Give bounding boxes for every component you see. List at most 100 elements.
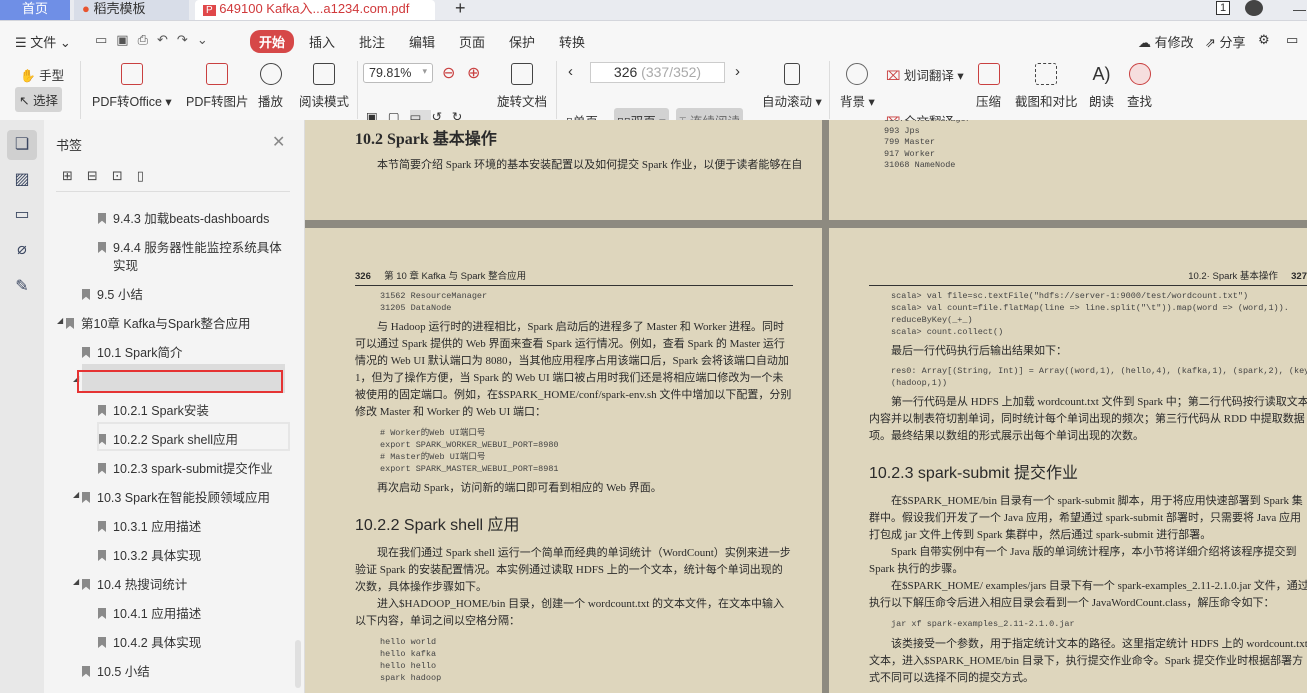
settings-icon[interactable]: ⚙	[1258, 32, 1270, 48]
code-block: hello worldhello kafkahello hellospark h…	[355, 636, 793, 684]
comment-icon[interactable]: ▭	[7, 200, 37, 230]
pdf-icon: P	[203, 5, 216, 16]
prev-page-button[interactable]: ‹	[568, 63, 573, 80]
zoom-in-icon[interactable]: ⊕	[467, 63, 480, 83]
select-tool[interactable]: ↖ 选择	[15, 87, 62, 112]
code-line: 31205 DataNode	[380, 302, 793, 314]
paragraph: 在$SPARK_HOME/ examples/jars 目录下有一个 spark…	[869, 578, 1307, 612]
paragraph: 最后一行代码执行后输出结果如下：	[869, 343, 1307, 360]
play-label: 播放	[258, 95, 283, 109]
bookmark-item[interactable]: ◢10.3 Spark在智能投顾领域应用	[82, 487, 270, 506]
rotate-doc-button[interactable]: 旋转文档	[497, 63, 547, 110]
compress-button[interactable]: 压缩	[976, 63, 1001, 110]
bookmark-item[interactable]: 10.4.1 应用描述	[98, 603, 201, 622]
new-tab-button[interactable]: +	[455, 0, 466, 19]
code-line: 917 Worker	[884, 149, 971, 161]
bookmark-icon	[98, 242, 106, 253]
avatar[interactable]	[1245, 0, 1263, 16]
code-line: # Master的Web UI端口号	[380, 451, 793, 463]
bookmark-panel: 书签 ✕ ⊞⊟⊡▯ 9.4.3 加载beats-dashboards9.4.4 …	[44, 120, 305, 693]
pdf-to-image-button[interactable]: PDF转图片	[186, 63, 249, 110]
add-bookmark-icon[interactable]: ⊡	[112, 168, 137, 183]
zoom-out-icon[interactable]: ⊖	[442, 63, 455, 83]
bookmark-item[interactable]: ◢10.4 热搜词统计	[82, 574, 187, 593]
menu-insert[interactable]: 插入	[309, 32, 335, 51]
paragraph: 再次启动 Spark，访问新的端口即可看到相应的 Web 界面。	[355, 480, 793, 497]
bookmark-item[interactable]: 10.4.2 具体实现	[98, 632, 201, 651]
autoscroll-button[interactable]: 自动滚动 ▾	[762, 63, 822, 110]
delete-bookmark-icon[interactable]: ▯	[137, 168, 158, 183]
menu-annotate[interactable]: 批注	[359, 32, 385, 51]
tab-template[interactable]: ● 稻壳模板	[74, 0, 189, 20]
collapse-all-icon[interactable]: ⊟	[87, 168, 112, 183]
next-page-button[interactable]: ›	[735, 63, 740, 80]
book-icon	[313, 63, 335, 85]
expand-all-icon[interactable]: ⊞	[62, 168, 87, 183]
menu-page[interactable]: 页面	[459, 32, 485, 51]
menu-edit[interactable]: 编辑	[409, 32, 435, 51]
bookmark-item[interactable]: 10.2.3 spark-submit提交作业	[98, 458, 273, 477]
bookmark-item[interactable]: 10.5 小结	[82, 661, 150, 680]
bookmark-label: 10.2.1 Spark安装	[113, 404, 209, 418]
thumbnail-icon[interactable]: ▨	[7, 165, 37, 195]
modified-status[interactable]: ☁ 有修改	[1138, 32, 1194, 51]
hand-tool[interactable]: ✋ 手型	[20, 65, 64, 84]
bookmark-item[interactable]: ◢第10章 Kafka与Spark整合应用	[66, 313, 251, 332]
bookmark-icon	[82, 666, 90, 677]
bookmark-item[interactable]: 10.3.1 应用描述	[98, 516, 201, 535]
paragraph: 第一行代码是从 HDFS 上加载 wordcount.txt 文件到 Spark…	[869, 394, 1307, 445]
bookmark-label: 9.4.4 服务器性能监控系统具体	[113, 241, 282, 255]
select-label: 选择	[33, 94, 58, 108]
close-icon[interactable]: ✕	[272, 132, 285, 152]
expand-triangle-icon[interactable]: ◢	[73, 577, 79, 586]
menu-protect[interactable]: 保护	[509, 32, 535, 51]
bookmark-panel-icon[interactable]: ❏	[7, 130, 37, 160]
menu-start[interactable]: 开始	[250, 30, 294, 53]
more-icon[interactable]: ⌄	[197, 32, 217, 47]
share-button[interactable]: ⇗ 分享	[1205, 32, 1246, 51]
find-button[interactable]: 查找	[1127, 63, 1152, 110]
page-number: 326	[355, 271, 371, 282]
signature-icon[interactable]: ✎	[7, 272, 37, 302]
window-badge[interactable]: 1	[1216, 1, 1230, 15]
bookmark-continuation[interactable]: 实现	[113, 255, 138, 274]
hand-icon: ✋	[20, 69, 36, 83]
rotate-doc-icon	[511, 63, 533, 85]
rotate-doc-label: 旋转文档	[497, 95, 547, 109]
redo-icon[interactable]: ↷	[177, 32, 197, 47]
panel-scrollbar[interactable]	[295, 640, 301, 688]
quick-access[interactable]: ▭▣⎙↶↷⌄	[95, 32, 217, 48]
subsection-heading: 10.2.2 Spark shell 应用	[355, 511, 793, 535]
undo-icon[interactable]: ↶	[157, 32, 177, 47]
bookmark-item[interactable]: 10.1 Spark简介	[82, 342, 182, 361]
feedback-icon[interactable]: ▭	[1286, 32, 1298, 48]
bookmark-item[interactable]: 10.2.1 Spark安装	[98, 400, 209, 419]
menu-convert[interactable]: 转换	[559, 32, 585, 51]
bookmark-item[interactable]: 9.5 小结	[82, 284, 143, 303]
read-aloud-button[interactable]: A)朗读	[1089, 63, 1114, 110]
word-translate-button[interactable]: ⌧ 划词翻译 ▾	[886, 65, 964, 84]
print-icon[interactable]: ⎙	[138, 32, 157, 47]
zoom-select[interactable]: 79.81%▾	[363, 63, 433, 83]
pdf-to-office-button[interactable]: PDF转Office ▾	[92, 63, 172, 110]
page-input[interactable]: 326 (337/352)	[590, 62, 725, 83]
save-icon[interactable]: ▣	[116, 32, 137, 47]
expand-triangle-icon[interactable]: ◢	[57, 316, 63, 325]
expand-triangle-icon[interactable]: ◢	[73, 490, 79, 499]
play-button[interactable]: 播放	[258, 63, 283, 110]
bookmark-item[interactable]: 9.4.3 加载beats-dashboards	[98, 208, 269, 227]
word-translate-icon: ⌧	[886, 69, 900, 83]
tab-home[interactable]: 首页	[0, 0, 70, 20]
background-button[interactable]: 背景 ▾	[840, 63, 875, 110]
bookmark-item[interactable]: 10.3.2 具体实现	[98, 545, 201, 564]
attachment-icon[interactable]: ⌀	[7, 235, 37, 265]
tab-document[interactable]: P 649100 Kafka入...a1234.com.pdf	[195, 0, 435, 20]
screenshot-compare-button[interactable]: 截图和对比	[1015, 63, 1078, 110]
read-mode-button[interactable]: 阅读模式	[299, 63, 349, 110]
minimize-button[interactable]: —	[1293, 2, 1306, 17]
bookmark-label: 实现	[113, 259, 138, 273]
open-icon[interactable]: ▭	[95, 32, 116, 47]
bookmark-icon	[98, 405, 106, 416]
bookmark-item[interactable]: 9.4.4 服务器性能监控系统具体	[98, 237, 282, 256]
file-menu[interactable]: ☰ 文件 ⌄	[15, 32, 71, 51]
